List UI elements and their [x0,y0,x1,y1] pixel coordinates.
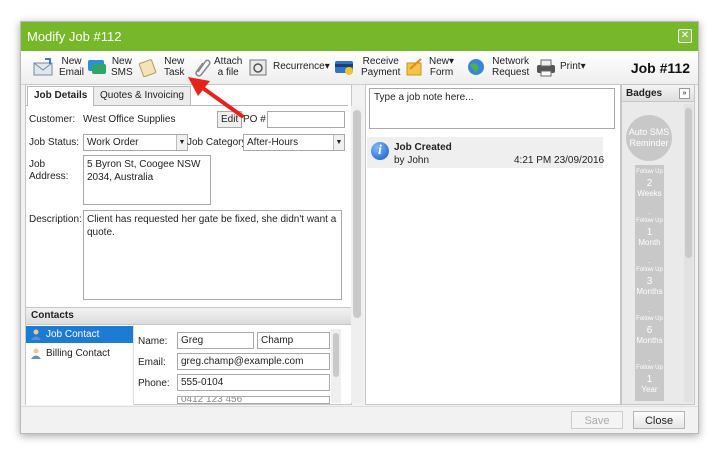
job-status-label: Job Status: [29,137,80,148]
form-icon [406,58,422,76]
new-sms-label: New SMS [111,56,133,78]
phone-label: Phone: [138,378,170,389]
network-request-label: Network Request [492,56,530,78]
notes-panel [365,84,621,405]
new-email-label: New Email [59,56,85,78]
person-icon [31,348,41,359]
network-icon [468,59,484,75]
note-entry-author: by John [394,155,430,166]
printer-icon [537,59,555,77]
close-icon[interactable]: ✕ [678,29,692,43]
receive-payment-label: Receive Payment [361,56,401,78]
title-bar: Modify Job #112 ✕ [21,22,698,51]
left-panel-scroll-thumb[interactable] [353,110,361,318]
modify-job-dialog: Modify Job #112 ✕ New Email New SMS New Tas… [20,21,699,434]
save-button[interactable]: Save [571,411,623,429]
email-input[interactable]: greg.champ@example.com [177,353,330,370]
info-icon: i [371,142,389,160]
tab-quotes-invoicing[interactable]: Quotes & Invoicing [93,86,191,106]
description-label: Description: [29,214,82,225]
print-label: Print▾ [560,61,586,72]
receive-payment-button[interactable]: Receive Payment [334,54,400,82]
job-details-form: Customer: West Office Supplies Edit PO #… [26,105,348,321]
contacts-header: Contacts [26,307,351,325]
window-title: Modify Job #112 [27,29,122,44]
mobile-input[interactable]: 0412 123 456 [177,396,330,404]
task-icon [138,59,157,77]
annotation-arrow-icon [188,77,244,118]
new-form-button[interactable]: New▾ Form [405,54,459,82]
job-status-select[interactable]: Work Order ▼ [83,134,188,151]
recurrence-button[interactable]: Recurrence▾ [248,54,330,82]
first-name-input[interactable]: Greg [177,332,254,349]
note-entry-title: Job Created [394,142,452,153]
job-note-input[interactable]: Type a job note here... [369,88,615,129]
new-email-button[interactable]: New Email [33,54,85,82]
network-request-button[interactable]: Network Request [466,54,530,82]
email-label: Email: [138,357,166,368]
dialog-footer: Save Close [21,406,698,433]
tab-job-details[interactable]: Job Details [27,86,95,106]
follow-up-1-month-badge[interactable]: Follow Up 1 Month [635,214,664,270]
job-category-label: Job Category [187,137,247,148]
payment-icon [335,61,353,75]
chevron-down-icon: ▼ [333,135,344,150]
left-panel-scrollbar[interactable] [351,106,363,403]
po-number-input[interactable] [267,111,345,128]
auto-sms-reminder-badge[interactable]: Auto SMS Reminder [626,115,672,161]
email-icon [33,58,53,76]
job-number-heading: Job #112 [630,60,690,76]
name-label: Name: [138,336,168,347]
job-address-label: Job Address: [29,159,69,182]
contact-item-job-contact[interactable]: Job Contact [26,326,133,343]
new-form-label: New▾ Form [429,56,455,78]
sms-icon [88,60,106,74]
expand-icon[interactable]: » [679,88,690,99]
chevron-down-icon: ▼ [176,135,187,150]
print-button[interactable]: Print▾ [536,54,592,82]
recurrence-label: Recurrence▾ [273,61,330,72]
badges-scrollbar[interactable] [684,104,693,402]
badges-panel: Badges » Auto SMS Reminder Follow Up 2 Wee… [621,84,695,405]
contacts-scroll-thumb[interactable] [333,333,339,377]
job-status-value: Work Order [87,137,139,148]
follow-up-3-months-badge[interactable]: Follow Up 3 Months [635,263,664,319]
badges-header: Badges » [622,85,694,102]
job-address-input[interactable]: 5 Byron St, Coogee NSW 2034, Australia [83,155,211,205]
recurrence-icon [249,59,267,76]
contact-item-billing-contact[interactable]: Billing Contact [26,345,133,362]
note-entry: i Job Created by John 4:21 PM 23/09/2016 [367,137,605,168]
badges-scroll-thumb[interactable] [685,108,692,258]
last-name-input[interactable]: Champ [257,332,330,349]
phone-input[interactable]: 555-0104 [177,374,330,391]
contacts-scrollbar[interactable] [331,329,341,403]
new-sms-button[interactable]: New SMS [87,54,135,82]
toolbar: New Email New SMS New Task Attach a file Rec… [21,51,698,85]
follow-up-1-year-badge[interactable]: Follow Up 1 Year [635,361,664,401]
person-icon [31,329,41,340]
description-input[interactable]: Client has requested her gate be fixed, … [83,210,342,300]
follow-up-2-weeks-badge[interactable]: Follow Up 2 Weeks [635,165,664,221]
contacts-list: Job Contact Billing Contact [26,325,134,405]
job-category-value: After-Hours [247,137,299,148]
customer-value[interactable]: West Office Supplies [83,114,175,125]
job-category-select[interactable]: After-Hours ▼ [243,134,345,151]
note-entry-time: 4:21 PM 23/09/2016 [514,155,605,166]
customer-label: Customer: [29,114,76,125]
follow-up-6-months-badge[interactable]: Follow Up 6 Months [635,312,664,368]
close-button[interactable]: Close [633,411,685,429]
